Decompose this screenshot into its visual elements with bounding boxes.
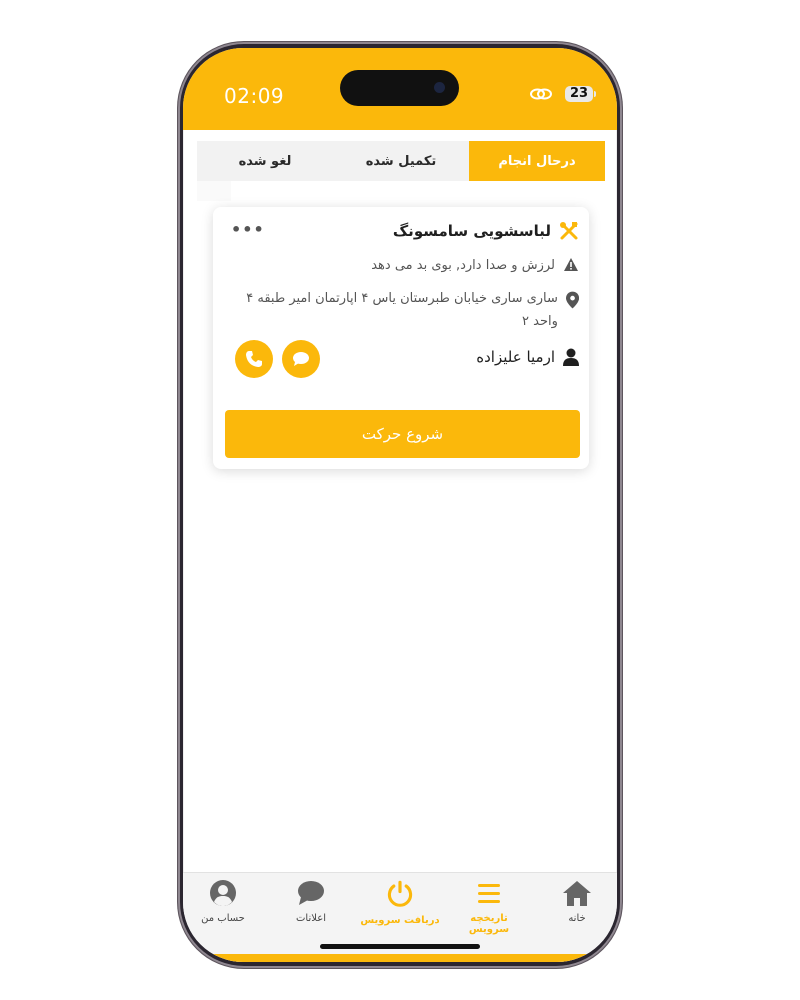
- nav-home[interactable]: خانه: [537, 879, 617, 924]
- issue-row: لرزش و صدا دارد, بوی بد می دهد: [371, 254, 579, 277]
- tools-icon: [560, 222, 578, 240]
- battery-tip: [594, 91, 596, 97]
- warning-icon: [564, 258, 578, 271]
- nav-receive-service-label: دریافت سرویس: [360, 915, 440, 926]
- nav-notifications-label: اعلانات: [296, 913, 326, 924]
- nav-service-history[interactable]: تاریخچه سرویس: [449, 879, 529, 935]
- tab-completed[interactable]: تکمیل شده: [333, 141, 469, 181]
- nav-notifications[interactable]: اعلانات: [271, 879, 351, 924]
- nav-account-label: حساب من: [201, 913, 245, 924]
- status-tabs: درحال انجام تکمیل شده لغو شده: [197, 141, 605, 181]
- home-icon: [563, 881, 591, 906]
- main-content: درحال انجام تکمیل شده لغو شده لباسشویی س…: [183, 130, 617, 872]
- menu-icon: [478, 884, 500, 903]
- phone-icon: [246, 351, 262, 367]
- call-button[interactable]: [235, 340, 273, 378]
- bottom-accent-edge: [183, 954, 617, 962]
- home-indicator: [320, 944, 480, 949]
- nav-service-history-label: تاریخچه سرویس: [468, 913, 510, 935]
- service-card: لباسشویی سامسونگ ••• لرزش و صدا دارد, بو…: [213, 207, 589, 469]
- address-row: ساری ساری خیابان طبرستان یاس ۴ اپارتمان …: [229, 287, 579, 333]
- start-trip-button[interactable]: شروع حرکت: [225, 410, 580, 458]
- message-button[interactable]: [282, 340, 320, 378]
- customer-name: ارمیا علیزاده: [476, 348, 555, 366]
- phone-screen: 02:09 23 درحال انجام تکمیل شده لغو شده ل…: [183, 48, 617, 962]
- status-time: 02:09: [224, 84, 285, 108]
- status-bar: 02:09 23: [183, 48, 617, 130]
- tab-cancelled[interactable]: لغو شده: [197, 141, 333, 181]
- tab-in-progress[interactable]: درحال انجام: [469, 141, 605, 181]
- customer-row: ارمیا علیزاده: [476, 346, 579, 368]
- more-icon[interactable]: •••: [231, 220, 265, 239]
- chat-icon: [298, 881, 324, 905]
- location-pin-icon: [565, 291, 579, 309]
- nav-receive-service[interactable]: دریافت سرویس: [360, 879, 440, 926]
- power-icon: [387, 880, 413, 907]
- dynamic-island: [340, 70, 459, 106]
- battery-icon: 23: [565, 86, 593, 102]
- address-text: ساری ساری خیابان طبرستان یاس ۴ اپارتمان …: [246, 291, 558, 329]
- nav-home-label: خانه: [568, 913, 586, 924]
- card-title: لباسشویی سامسونگ: [392, 222, 551, 240]
- tab-gap: [197, 181, 231, 201]
- chat-bubble-icon: [293, 352, 309, 366]
- user-circle-icon: [210, 880, 236, 906]
- nav-account[interactable]: حساب من: [183, 879, 263, 924]
- card-title-row: لباسشویی سامسونگ: [393, 220, 579, 242]
- issue-text: لرزش و صدا دارد, بوی بد می دهد: [371, 258, 555, 273]
- camera-dot: [434, 82, 445, 93]
- user-icon: [563, 348, 579, 366]
- link-icon: [530, 88, 552, 100]
